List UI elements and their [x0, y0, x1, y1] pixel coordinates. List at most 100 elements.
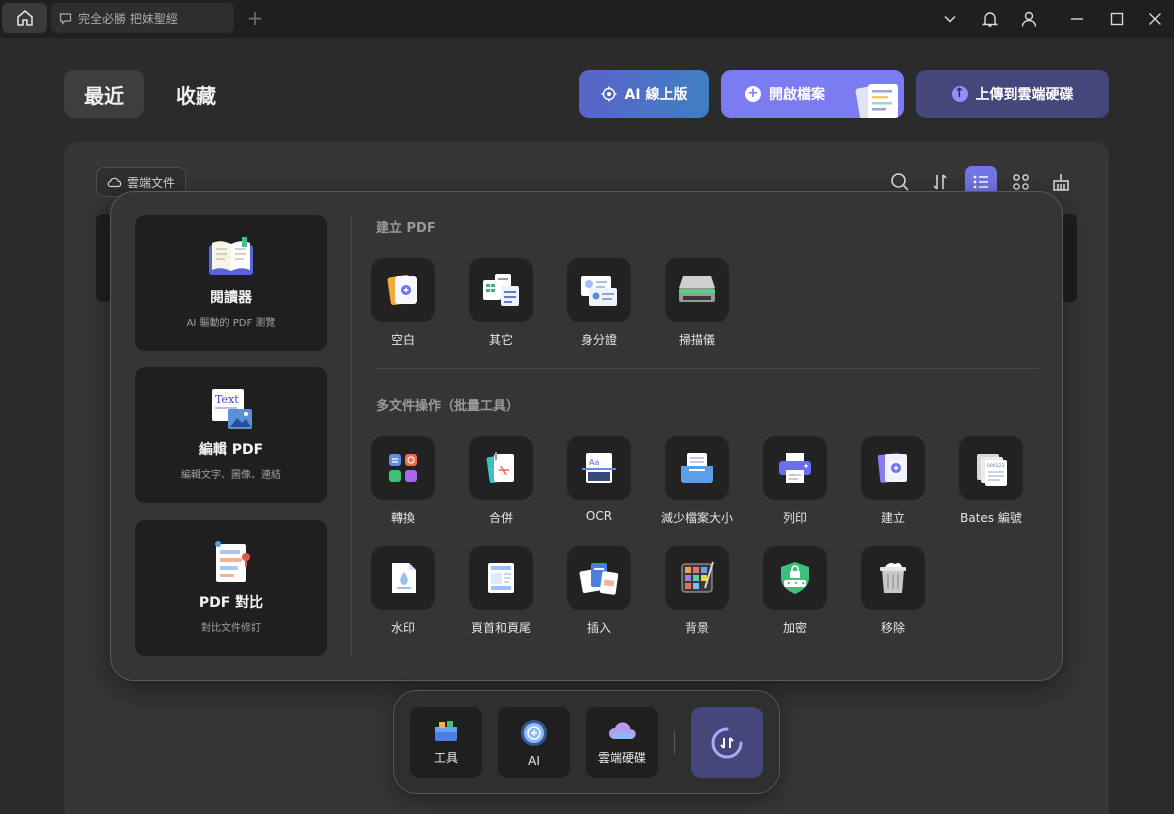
- ai-orb-icon: [521, 719, 547, 746]
- maximize-button[interactable]: [1104, 6, 1130, 32]
- dock-ai-label: AI: [528, 753, 540, 768]
- dropdown-button[interactable]: [937, 6, 963, 32]
- dock-tools-label: 工具: [433, 751, 458, 765]
- search-icon: [891, 173, 909, 191]
- popup-vertical-divider: [351, 215, 352, 655]
- dock-cloud-drive-button[interactable]: 雲端硬碟: [586, 707, 658, 778]
- create-blank-tile[interactable]: 空白: [371, 258, 435, 348]
- dock-switch-button[interactable]: [691, 707, 763, 778]
- comment-icon: [59, 12, 72, 25]
- scanner-icon: [679, 276, 715, 302]
- notification-button[interactable]: [977, 6, 1003, 32]
- convert-icon: [389, 454, 417, 482]
- batch-insert-tile[interactable]: 插入: [567, 546, 631, 636]
- upload-arrow-icon: ↑: [951, 86, 968, 102]
- trash-can-icon: [880, 563, 906, 593]
- batch-print-tile[interactable]: 列印: [763, 436, 827, 526]
- close-button[interactable]: [1142, 6, 1168, 32]
- create-other-label: 其它: [488, 333, 513, 347]
- document-tab-title: 完全必勝 把妹聖經: [78, 11, 178, 26]
- documents-illustration-icon: [855, 84, 898, 118]
- batch-watermark-tile[interactable]: 水印: [371, 546, 435, 636]
- create-document-icon: [877, 453, 907, 483]
- reader-title: 閱讀器: [210, 290, 252, 306]
- batch-encrypt-tile[interactable]: * * * 加密: [763, 546, 827, 636]
- batch-background-label: 背景: [684, 621, 709, 635]
- grid-view-icon: [1013, 174, 1029, 190]
- batch-background-tile[interactable]: 背景: [665, 546, 729, 636]
- create-other-tile[interactable]: 其它: [469, 258, 533, 348]
- batch-merge-tile[interactable]: 合併: [469, 436, 533, 526]
- svg-text:* * *: * * *: [787, 581, 805, 588]
- bell-icon: [981, 12, 999, 27]
- blank-page-icon: [387, 274, 417, 306]
- book-icon: [209, 237, 253, 275]
- batch-convert-label: 轉換: [390, 511, 415, 525]
- svg-text:000123: 000123: [987, 463, 1004, 469]
- batch-bates-tile[interactable]: 000123 Bates 編號: [959, 436, 1023, 526]
- pdf-compare-card[interactable]: PDF 對比 對比文件修訂: [135, 520, 327, 656]
- merge-icon: [486, 452, 514, 484]
- batch-create-tile[interactable]: 建立: [861, 436, 925, 526]
- batch-compress-tile[interactable]: 減少檔案大小: [661, 436, 733, 526]
- header-footer-icon: [488, 563, 514, 593]
- dock-separator: [674, 730, 675, 754]
- list-view-icon: [973, 175, 988, 189]
- reader-subtitle: AI 驅動的 PDF 瀏覽: [186, 318, 276, 329]
- user-icon: [1021, 11, 1037, 27]
- close-icon: [1149, 13, 1161, 25]
- popup-horizontal-divider: [376, 368, 1039, 369]
- batch-create-label: 建立: [880, 511, 905, 525]
- reader-card[interactable]: 閱讀器 AI 驅動的 PDF 瀏覽: [135, 215, 327, 351]
- open-file-button[interactable]: + 開啟檔案: [721, 70, 904, 118]
- dock-ai-button[interactable]: AI: [498, 707, 570, 778]
- cloud-documents-label: 雲端文件: [126, 175, 175, 190]
- ai-online-button[interactable]: AI 線上版: [579, 70, 709, 118]
- document-tab[interactable]: 完全必勝 把妹聖經: [51, 3, 234, 33]
- batch-merge-label: 合併: [488, 511, 513, 525]
- tab-recent[interactable]: 最近: [64, 70, 144, 118]
- cloud-icon: [107, 177, 122, 188]
- edit-text-icon: Text: [212, 389, 252, 429]
- title-bar: 完全必勝 把妹聖經 +: [0, 0, 1174, 38]
- batch-compress-label: 減少檔案大小: [661, 511, 734, 525]
- batch-ocr-tile[interactable]: Aa OCR: [567, 436, 631, 523]
- batch-watermark-label: 水印: [390, 621, 415, 635]
- ocr-icon: Aa: [582, 453, 616, 483]
- batch-convert-tile[interactable]: 轉換: [371, 436, 435, 526]
- create-id-card-tile[interactable]: 身分證: [567, 258, 631, 348]
- svg-text:Text: Text: [215, 393, 239, 406]
- create-scanner-label: 掃描儀: [678, 333, 715, 347]
- batch-remove-tile[interactable]: 移除: [861, 546, 925, 636]
- batch-header-footer-label: 頁首和頁尾: [470, 621, 531, 635]
- watermark-icon: [392, 563, 416, 593]
- tab-favorites[interactable]: 收藏: [156, 70, 236, 118]
- create-id-card-label: 身分證: [580, 333, 617, 347]
- shield-lock-icon: * * *: [781, 562, 809, 594]
- batch-header-footer-tile[interactable]: 頁首和頁尾: [469, 546, 533, 636]
- home-button[interactable]: [2, 3, 47, 33]
- create-blank-label: 空白: [390, 333, 415, 347]
- upload-cloud-button[interactable]: ↑ 上傳到雲端硬碟: [916, 70, 1109, 118]
- pdf-compare-title: PDF 對比: [198, 595, 264, 611]
- create-scanner-tile[interactable]: 掃描儀: [665, 258, 729, 348]
- pdf-compare-subtitle: 對比文件修訂: [201, 623, 261, 634]
- batch-section-title: 多文件操作（批量工具）: [376, 399, 520, 414]
- background-file-row-end: [1061, 214, 1077, 302]
- minimize-button[interactable]: [1064, 6, 1090, 32]
- batch-ocr-label: OCR: [585, 509, 613, 523]
- edit-pdf-card[interactable]: Text 編輯 PDF 編輯文字、圖像、連結: [135, 367, 327, 503]
- sort-icon: [933, 174, 947, 190]
- switch-circle-icon: [711, 727, 743, 758]
- batch-bates-label: Bates 編號: [960, 511, 1022, 525]
- edit-pdf-title: 編輯 PDF: [198, 442, 264, 458]
- minimize-icon: [1071, 18, 1083, 20]
- new-tab-button[interactable]: +: [244, 6, 266, 30]
- batch-print-label: 列印: [782, 511, 807, 525]
- dock-tools-button[interactable]: 工具: [410, 707, 482, 778]
- account-button[interactable]: [1016, 6, 1042, 32]
- open-file-label: 開啟檔案: [769, 87, 825, 103]
- broom-icon: [1053, 174, 1069, 191]
- other-documents-icon: [483, 274, 519, 306]
- compare-icon: [215, 541, 250, 582]
